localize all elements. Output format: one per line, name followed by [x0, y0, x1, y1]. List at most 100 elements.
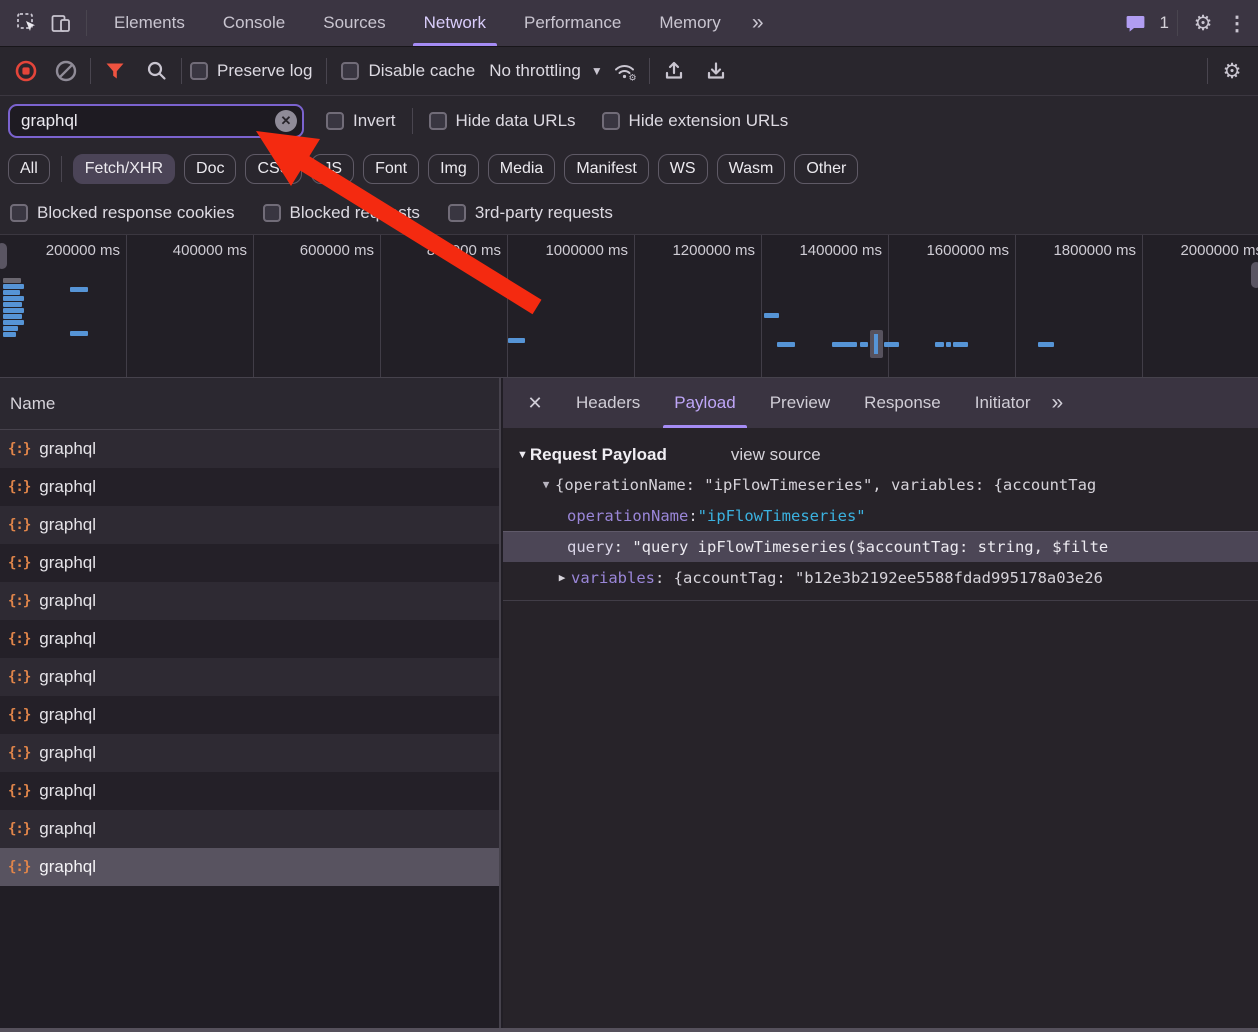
request-row[interactable]: {:}graphql [0, 506, 499, 544]
resource-type-filter-row: All Fetch/XHR Doc CSS JS Font Img Media Manifest… [0, 145, 1258, 192]
xhr-braces-icon: {:} [8, 669, 30, 685]
payload-query-line-selected[interactable]: query: "query ipFlowTimeseries($accountT… [503, 531, 1258, 562]
network-conditions-icon[interactable]: ⚙ [609, 55, 641, 87]
divider [503, 600, 1258, 601]
blocked-response-cookies-checkbox[interactable] [10, 204, 28, 222]
filter-input[interactable] [8, 104, 304, 138]
preserve-log-checkbox[interactable] [190, 62, 208, 80]
expand-triangle-icon[interactable]: ▼ [537, 478, 555, 491]
more-panels-icon[interactable]: » [740, 6, 774, 40]
waterfall-bar [508, 338, 525, 343]
request-row[interactable]: {:}graphql [0, 810, 499, 848]
more-detail-tabs-icon[interactable]: » [1051, 391, 1061, 415]
waterfall-selection-marker [870, 330, 883, 358]
filter-chip-fetch-xhr[interactable]: Fetch/XHR [73, 154, 175, 184]
request-name: graphql [39, 629, 96, 649]
filter-chip-img[interactable]: Img [428, 154, 479, 184]
hide-extension-urls-checkbox[interactable] [602, 112, 620, 130]
waterfall-bar [70, 331, 88, 336]
checkbox-label: 3rd-party requests [475, 203, 613, 223]
filter-icon[interactable] [99, 55, 131, 87]
blocked-filter-row: Blocked response cookiesBlocked requests… [0, 192, 1258, 235]
expand-triangle-icon[interactable]: ▶ [553, 571, 571, 584]
filter-chip-media[interactable]: Media [488, 154, 556, 184]
waterfall-bar [777, 342, 795, 347]
filter-chip-js[interactable]: JS [311, 154, 354, 184]
settings-gear-icon[interactable]: ⚙ [1186, 6, 1220, 40]
filter-chip-wasm[interactable]: Wasm [717, 154, 786, 184]
tab-performance[interactable]: Performance [505, 0, 640, 46]
network-settings-gear-icon[interactable]: ⚙ [1216, 55, 1248, 87]
disable-cache-checkbox[interactable] [341, 62, 359, 80]
request-row[interactable]: {:}graphql [0, 620, 499, 658]
filter-chip-font[interactable]: Font [363, 154, 419, 184]
timeline-tick-label: 600000 ms [254, 235, 381, 377]
request-row[interactable]: {:}graphql [0, 848, 499, 886]
3rd-party-requests-checkbox[interactable] [448, 204, 466, 222]
network-overview-timeline[interactable]: 200000 ms400000 ms600000 ms800000 ms1000… [0, 235, 1258, 378]
name-column-header[interactable]: Name [0, 378, 499, 430]
request-payload-title: Request Payload [530, 445, 667, 465]
view-source-link[interactable]: view source [731, 445, 821, 465]
import-har-icon[interactable] [658, 55, 690, 87]
waterfall-bar [3, 326, 18, 331]
invert-checkbox[interactable] [326, 112, 344, 130]
details-tab-initiator[interactable]: Initiator [958, 378, 1048, 428]
filter-chip-manifest[interactable]: Manifest [564, 154, 648, 184]
blocked-filter-item: 3rd-party requests [448, 203, 613, 223]
payload-variables-line[interactable]: ▶ variables: {accountTag: "b12e3b2192ee5… [503, 562, 1258, 593]
details-tab-payload[interactable]: Payload [657, 378, 752, 428]
payload-operation-name-line[interactable]: operationName: "ipFlowTimeseries" [503, 500, 1258, 531]
issue-count[interactable]: 1 [1160, 13, 1169, 33]
kebab-menu-icon[interactable]: ⋮ [1220, 6, 1254, 40]
filter-chip-other[interactable]: Other [794, 154, 858, 184]
device-toolbar-icon[interactable] [44, 6, 78, 40]
filter-chip-ws[interactable]: WS [658, 154, 708, 184]
clear-network-log-icon[interactable] [50, 55, 82, 87]
timeline-tick-label: 1800000 ms [1016, 235, 1143, 377]
tab-elements[interactable]: Elements [95, 0, 204, 46]
request-name: graphql [39, 591, 96, 611]
tab-network[interactable]: Network [405, 0, 505, 46]
record-network-log-icon[interactable] [10, 55, 42, 87]
request-row[interactable]: {:} graphql [0, 582, 499, 620]
request-row[interactable]: {:}graphql [0, 468, 499, 506]
details-tabbar: ✕ HeadersPayloadPreviewResponseInitiator… [503, 378, 1258, 428]
collapse-triangle-icon[interactable]: ▼ [517, 449, 528, 461]
request-row[interactable]: {:}graphql [0, 430, 499, 468]
export-har-icon[interactable] [700, 55, 732, 87]
checkbox-label: Blocked response cookies [37, 203, 235, 223]
inspect-element-icon[interactable] [10, 6, 44, 40]
throttling-dropdown[interactable]: No throttling ▼ [489, 61, 603, 81]
filter-chip-all[interactable]: All [8, 154, 50, 184]
clear-filter-icon[interactable]: ✕ [275, 110, 297, 132]
tab-memory[interactable]: Memory [640, 0, 739, 46]
request-name: graphql [39, 857, 96, 877]
tab-sources[interactable]: Sources [304, 0, 404, 46]
waterfall-bar [3, 278, 21, 283]
close-details-icon[interactable]: ✕ [517, 393, 553, 414]
hide-data-urls-checkbox[interactable] [429, 112, 447, 130]
details-tab-response[interactable]: Response [847, 378, 958, 428]
payload-preview-line[interactable]: ▼ {operationName: "ipFlowTimeseries", va… [503, 469, 1258, 500]
divider [61, 156, 62, 182]
request-row[interactable]: {:}graphql [0, 696, 499, 734]
request-list-panel: Name {:}graphql{:}graphql{:}graphql{:}gr… [0, 378, 501, 1028]
issues-icon[interactable] [1119, 6, 1153, 40]
details-tab-headers[interactable]: Headers [559, 378, 657, 428]
overview-right-handle[interactable] [1251, 262, 1258, 288]
divider [1177, 10, 1178, 36]
xhr-braces-icon: {:} [8, 593, 30, 609]
search-icon[interactable] [141, 55, 173, 87]
tab-console[interactable]: Console [204, 0, 304, 46]
filter-chip-doc[interactable]: Doc [184, 154, 236, 184]
blocked-requests-checkbox[interactable] [263, 204, 281, 222]
request-row[interactable]: {:}graphql [0, 544, 499, 582]
filter-chip-css[interactable]: CSS [245, 154, 302, 184]
request-row[interactable]: {:}graphql [0, 658, 499, 696]
details-tab-preview[interactable]: Preview [753, 378, 847, 428]
xhr-braces-icon: {:} [8, 783, 30, 799]
overview-left-handle[interactable] [0, 243, 7, 269]
request-row[interactable]: {:}graphql [0, 772, 499, 810]
request-row[interactable]: {:}graphql [0, 734, 499, 772]
